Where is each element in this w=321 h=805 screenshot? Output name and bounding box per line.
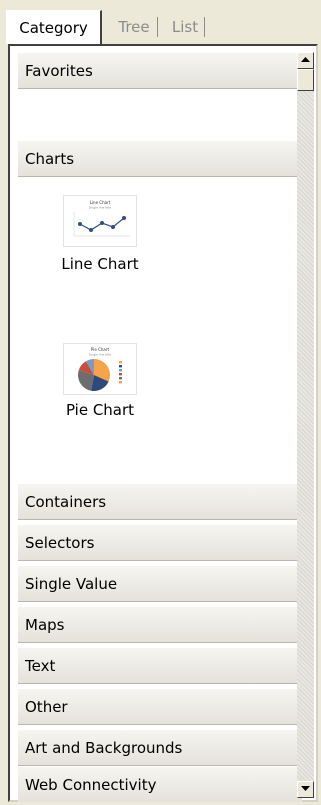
section-text[interactable]: Text [18,647,302,684]
section-selectors[interactable]: Selectors [18,524,302,561]
section-maps[interactable]: Maps [18,606,302,643]
chart-item-label: Line Chart [61,255,139,273]
tab-strip: Category Tree List [0,0,321,44]
section-art-and-backgrounds[interactable]: Art and Backgrounds [18,729,302,766]
tab-separator [204,17,205,37]
scroll-down-button[interactable] [297,781,314,798]
tab-category[interactable]: Category [6,10,102,44]
section-charts[interactable]: Charts [18,140,302,177]
chart-item-pie[interactable]: Pie Chart Single line title Pie Chart [18,325,168,475]
tab-separator [157,17,158,37]
arrow-down-icon [301,786,310,791]
chart-item-line[interactable]: Line Chart Single line title Line Chart [18,177,168,327]
favorites-body [18,89,302,140]
svg-text:Single line title: Single line title [89,353,112,357]
section-containers[interactable]: Containers [18,483,302,520]
tab-tree[interactable]: Tree [110,13,158,43]
scroll-up-button[interactable] [297,52,314,69]
section-favorites[interactable]: Favorites [18,52,302,89]
pie-chart-icon: Pie Chart Single line title [63,343,137,395]
chart-item-label: Pie Chart [65,401,135,419]
line-chart-icon: Line Chart Single line title [63,195,137,247]
charts-body: Line Chart Single line title Line Chart [18,177,302,483]
category-panel: Favorites Charts Line Chart Single line … [8,44,318,802]
section-web-connectivity[interactable]: Web Connectivity [18,766,302,802]
scroll-thumb[interactable] [297,69,314,91]
svg-text:Pie Chart: Pie Chart [91,347,110,352]
tab-list[interactable]: List [166,13,204,43]
svg-text:Line Chart: Line Chart [90,200,111,205]
category-list: Favorites Charts Line Chart Single line … [18,50,302,802]
svg-text:Single line title: Single line title [89,206,112,210]
section-single-value[interactable]: Single Value [18,565,302,602]
vertical-scrollbar[interactable] [297,52,314,798]
section-other[interactable]: Other [18,688,302,725]
arrow-up-icon [301,57,310,62]
